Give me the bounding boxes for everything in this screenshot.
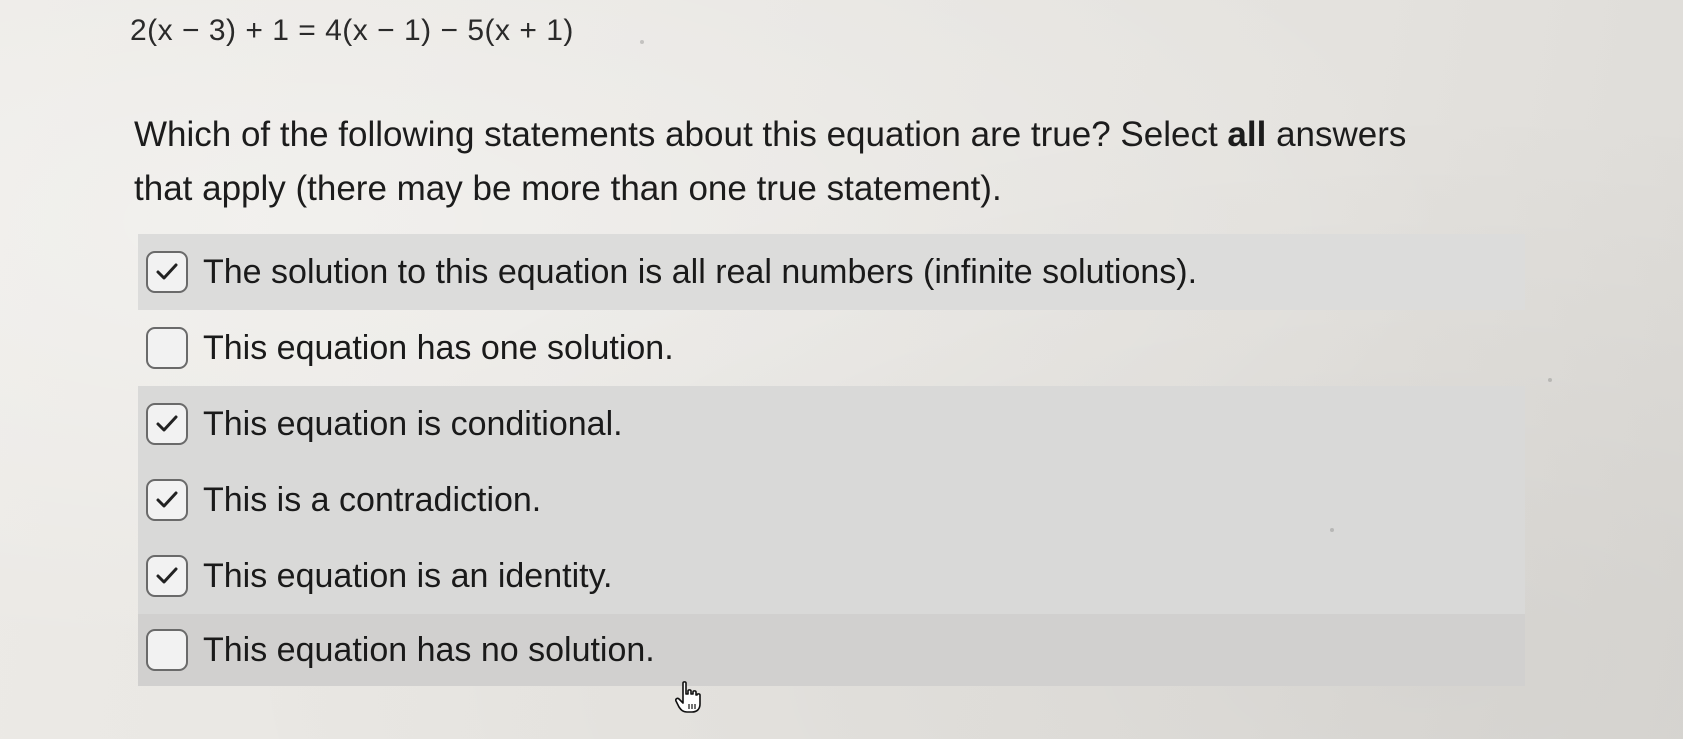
checkmark-icon <box>156 415 178 432</box>
question-line-1: Which of the following statements about … <box>134 108 1534 162</box>
option-one-solution[interactable]: This equation has one solution. <box>138 310 1525 386</box>
question-text-pre: Which of the following statements about … <box>134 115 1228 154</box>
option-label: This is a contradiction. <box>203 480 542 519</box>
option-conditional[interactable]: This equation is conditional. <box>138 386 1525 462</box>
equation: 2(x − 3) + 1 = 4(x − 1) − 5(x + 1) <box>130 14 574 47</box>
hand-pointer-icon <box>675 681 701 713</box>
checkbox-contradiction[interactable] <box>146 479 188 521</box>
question-prompt: Which of the following statements about … <box>134 108 1534 216</box>
option-no-solution[interactable]: This equation has no solution. <box>138 614 1525 686</box>
option-label: This equation is conditional. <box>203 404 623 443</box>
option-label: This equation has one solution. <box>203 328 674 367</box>
question-emphasis: all <box>1227 115 1267 154</box>
checkmark-icon <box>156 567 178 584</box>
option-contradiction[interactable]: This is a contradiction. <box>138 462 1525 538</box>
checkbox-one-solution[interactable] <box>146 327 188 369</box>
option-label: The solution to this equation is all rea… <box>203 252 1198 291</box>
screen-speck <box>640 40 644 44</box>
checkmark-icon <box>156 491 178 508</box>
option-label: This equation is an identity. <box>203 556 613 595</box>
checkbox-conditional[interactable] <box>146 403 188 445</box>
option-label: This equation has no solution. <box>203 630 655 669</box>
option-identity[interactable]: This equation is an identity. <box>138 538 1525 614</box>
checkmark-icon <box>156 263 178 280</box>
question-line-2: that apply (there may be more than one t… <box>134 169 1002 208</box>
checkbox-identity[interactable] <box>146 555 188 597</box>
screen-speck <box>1330 528 1334 532</box>
screen-speck <box>1548 378 1552 382</box>
checkbox-all-real-numbers[interactable] <box>146 251 188 293</box>
checkbox-no-solution[interactable] <box>146 629 188 671</box>
answer-options: The solution to this equation is all rea… <box>138 234 1525 686</box>
option-all-real-numbers[interactable]: The solution to this equation is all rea… <box>138 234 1525 310</box>
question-text-post: answers <box>1266 115 1407 154</box>
